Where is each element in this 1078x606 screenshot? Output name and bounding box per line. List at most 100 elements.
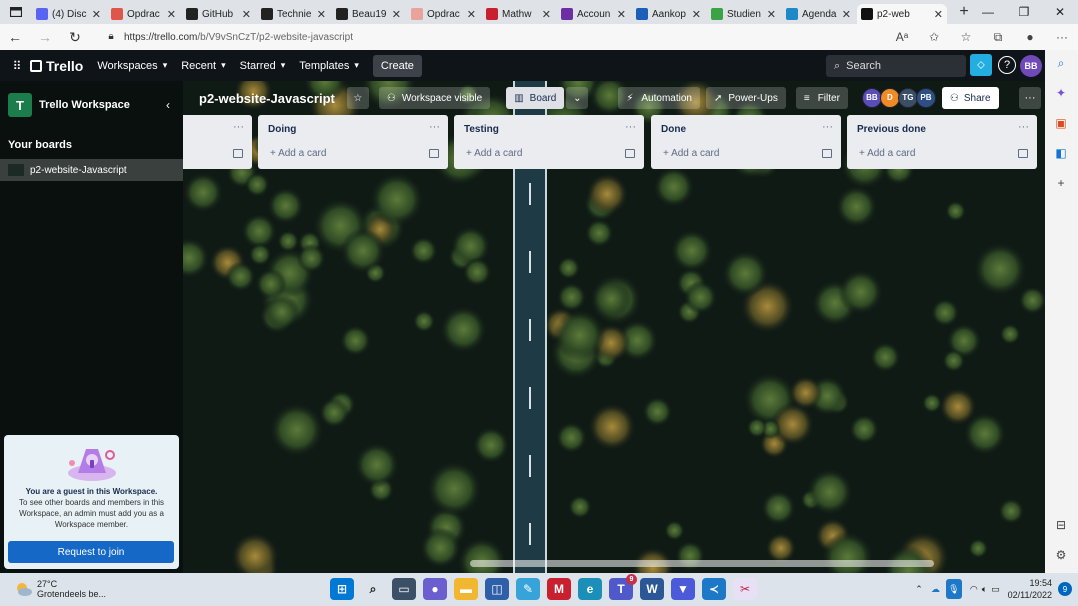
card-template-icon[interactable] [625,149,635,158]
browser-tab-0[interactable]: (4) Disc ✕ [32,4,105,24]
add-card-button[interactable]: + Add a card [466,148,522,159]
close-icon[interactable]: ✕ [317,8,326,21]
close-icon[interactable]: ✕ [467,8,476,21]
browser-tab-7[interactable]: Accoun ✕ [557,4,630,24]
list-title[interactable]: Doing [268,124,296,135]
workspace-avatar[interactable]: T [8,93,32,117]
card-template-icon[interactable] [233,149,243,158]
browser-tab-3[interactable]: Technie ✕ [257,4,330,24]
close-icon[interactable]: ✕ [767,8,776,21]
mcafee-icon[interactable]: M [547,578,571,600]
chevron-up-icon[interactable]: ⌃ [915,584,923,595]
sidebar-board-item[interactable]: p2-website-Javascript [0,159,183,181]
favorites-icon[interactable]: ☆ [950,30,982,44]
wifi-icon[interactable]: ◠ [970,584,978,595]
chat-icon[interactable]: ● [423,578,447,600]
nav-starred[interactable]: Starred ▾ [240,60,286,72]
sidebar-toggle-icon[interactable]: ⊟ [1051,518,1071,532]
collapse-sidebar-icon[interactable]: ‹ [161,99,175,111]
edge-icon[interactable]: e [578,578,602,600]
notification-icon[interactable]: ⬦ [970,54,992,76]
more-menu-icon[interactable]: ··· [1046,30,1078,44]
card-template-icon[interactable] [822,149,832,158]
weather-widget[interactable]: 27°C Grotendeels be... [14,579,106,599]
store-icon[interactable]: ◫ [485,578,509,600]
board-view-button[interactable]: ▥ Board [506,87,565,109]
add-icon[interactable]: + [1051,176,1071,190]
browser-tab-2[interactable]: GitHub ✕ [182,4,255,24]
vscode-icon[interactable]: ≺ [702,578,726,600]
card-template-icon[interactable] [429,149,439,158]
browser-tab-1[interactable]: Opdrac ✕ [107,4,180,24]
request-to-join-button[interactable]: Request to join [8,541,174,563]
browser-tab-active[interactable]: p2-web ✕ [857,4,947,24]
visibility-button[interactable]: ⚇ Workspace visible [378,87,491,109]
close-icon[interactable]: ✕ [542,8,551,21]
trello-logo[interactable]: Trello [30,58,83,74]
browser-tab-4[interactable]: Beau19 ✕ [332,4,405,24]
board-menu-icon[interactable]: ··· [1019,87,1041,109]
list-menu-icon[interactable]: ··· [625,121,636,133]
add-card-button[interactable]: + Add a card [270,148,326,159]
battery-icon[interactable]: ▭ [991,584,1000,595]
add-card-button[interactable]: + Add a card [859,148,915,159]
star-board-button[interactable]: ☆ [346,87,369,109]
collections-icon[interactable]: ⧉ [982,30,1014,45]
list-menu-icon[interactable]: ··· [429,121,440,133]
horizontal-scrollbar[interactable] [470,560,934,567]
browser-tab-5[interactable]: Opdrac ✕ [407,4,480,24]
start-icon[interactable]: ⊞ [330,578,354,600]
share-button[interactable]: ⚇ Share [941,87,999,109]
filter-button[interactable]: ≡ Filter [795,87,848,109]
member-avatar[interactable]: TG [897,88,918,108]
word-icon[interactable]: W [640,578,664,600]
nav-workspaces[interactable]: Workspaces ▾ [97,60,167,72]
search-input[interactable]: ⌕ Search [826,55,966,77]
settings-icon[interactable]: ⚙ [1051,548,1071,562]
read-aloud-icon[interactable]: Aᵃ [886,30,918,44]
minimize-icon[interactable]: — [970,0,1006,24]
close-icon[interactable]: ✕ [92,8,101,21]
close-icon[interactable]: ✕ [167,8,176,21]
list-title[interactable]: Previous done [857,124,926,135]
member-avatar[interactable]: PB [915,88,936,108]
tracking-icon[interactable]: ✩ [918,30,950,44]
view-switcher-button[interactable]: ⌄ [566,87,589,109]
list-menu-icon[interactable]: ··· [1018,121,1029,133]
url-field[interactable]: 🔒︎ https://trello.com/b/V9vSnCzT/p2-webs… [104,27,884,47]
discover-icon[interactable]: ✦ [1051,86,1071,100]
list-menu-icon[interactable]: ··· [233,121,244,133]
forward-icon[interactable]: → [30,24,60,50]
board-title[interactable]: p2-website-Javascript [199,91,335,106]
tab-actions-menu[interactable] [0,0,32,24]
close-icon[interactable]: ✕ [692,8,701,21]
powerups-button[interactable]: ➚ Power-Ups [705,87,786,109]
back-icon[interactable]: ← [0,24,30,50]
profile-icon[interactable]: ● [1014,30,1046,44]
list-title[interactable]: Testing [464,124,499,135]
outlook-icon[interactable]: ◧ [1051,146,1071,160]
microphone-icon[interactable]: 🎙︎ [945,579,962,599]
apps-grid-icon[interactable]: ⠿ [4,60,30,72]
browser-tab-9[interactable]: Studien ✕ [707,4,780,24]
task-view-icon[interactable]: ▭ [392,578,416,600]
member-avatar[interactable]: BB [861,88,882,108]
search-icon[interactable]: ⌕ [361,578,385,600]
automation-button[interactable]: ⚡︎ Automation [618,87,700,109]
close-icon[interactable]: ✕ [392,8,401,21]
maximize-icon[interactable]: ❐ [1006,0,1042,24]
clock[interactable]: 19:54 02/11/2022 [1008,577,1052,601]
teams-icon[interactable]: T9 [609,574,637,600]
card-template-icon[interactable] [1018,149,1028,158]
search-icon[interactable]: ⌕ [1051,56,1071,71]
sticky-app-icon[interactable]: ✎ [516,578,540,600]
member-avatar[interactable]: D [879,88,900,108]
workspace-name[interactable]: Trello Workspace [39,99,161,111]
nav-recent[interactable]: Recent ▾ [181,60,225,72]
volume-icon[interactable]: 🔈︎ [982,584,987,595]
file-explorer-icon[interactable]: ▬ [454,578,478,600]
close-window-icon[interactable]: ✕ [1042,0,1078,24]
add-card-button[interactable]: + Add a card [663,148,719,159]
create-button[interactable]: Create [372,54,422,77]
close-icon[interactable]: ✕ [842,8,851,21]
